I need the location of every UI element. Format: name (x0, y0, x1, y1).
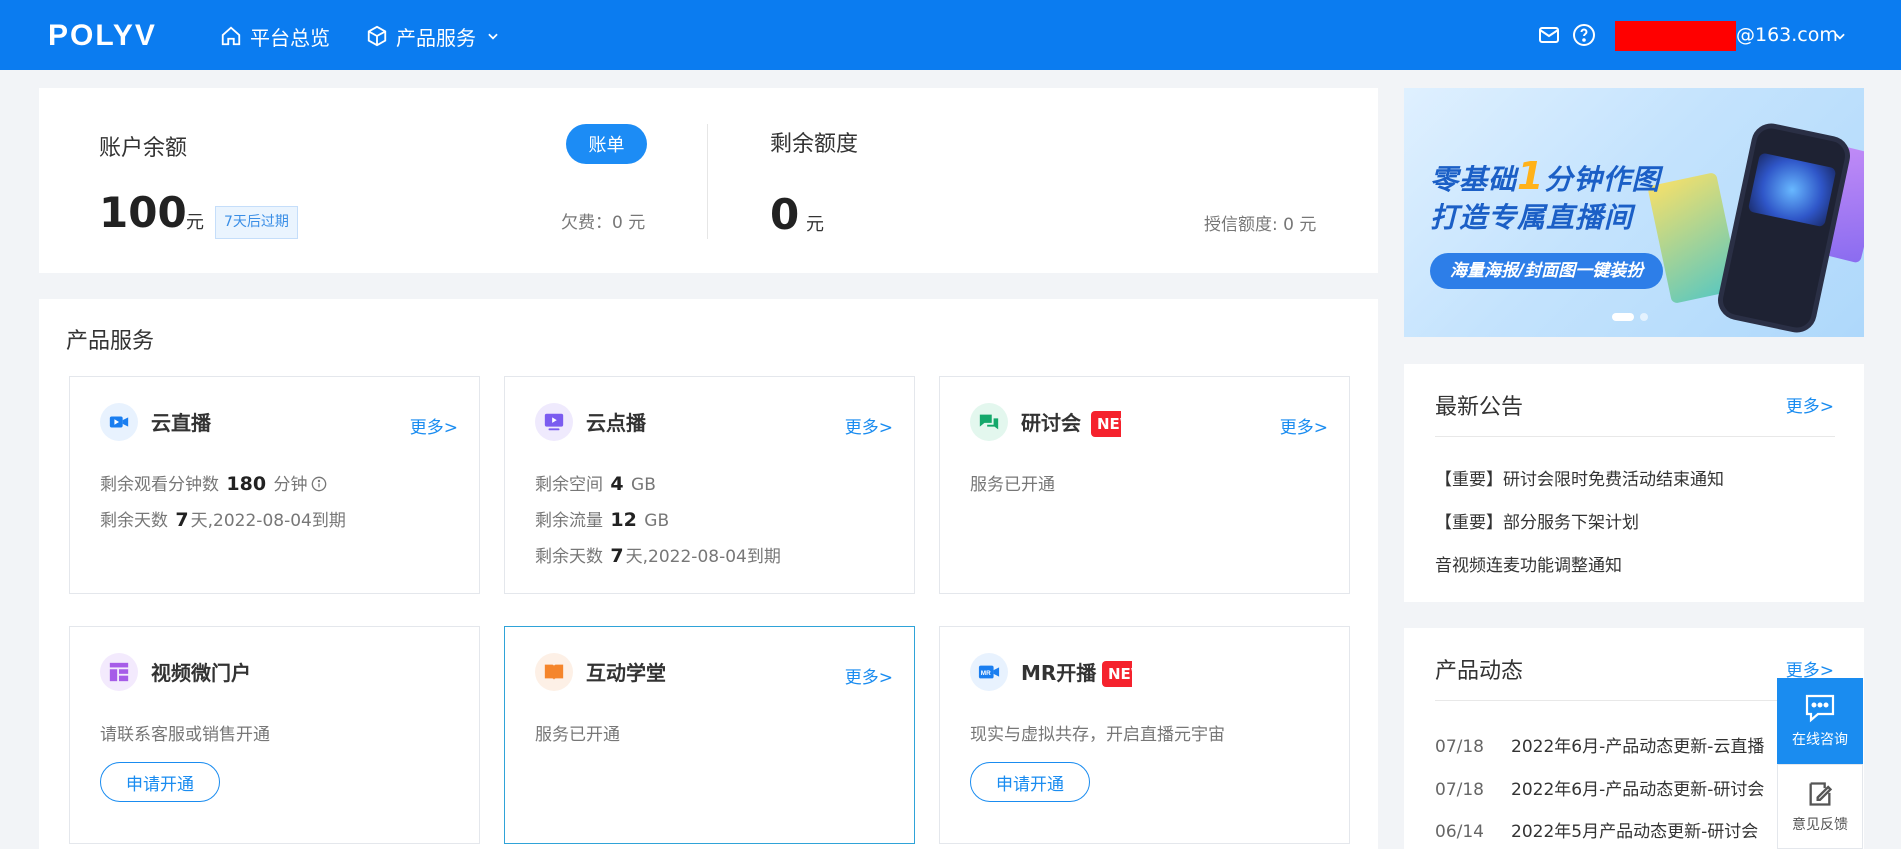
polyv-logo[interactable]: POLYV (48, 21, 157, 51)
service-name: 云点播 (586, 411, 646, 435)
product-services-card: 产品服务 云直播 更多> 剩余观看分钟数 180 分钟 剩余天数 7 天,2022… (39, 299, 1378, 849)
svg-text:MR: MR (981, 670, 991, 677)
live-video-icon (100, 403, 138, 441)
service-name: 视频微门户 (151, 661, 251, 685)
service-more-link[interactable]: 更多> (845, 413, 893, 438)
banner-phone-graphic (1714, 119, 1854, 337)
service-stat-line: 剩余流量 12 GB (535, 509, 670, 531)
service-card-live: 云直播 更多> 剩余观看分钟数 180 分钟 剩余天数 7 天,2022-08-0… (69, 376, 480, 594)
balance-title: 账户余额 (99, 136, 188, 161)
online-consult-label: 在线咨询 (1792, 732, 1848, 748)
bill-button[interactable]: 账单 (566, 124, 647, 164)
info-icon[interactable] (311, 476, 327, 492)
chevron-down-icon (488, 33, 498, 40)
help-icon[interactable] (1572, 23, 1596, 47)
announcements-card: 最新公告 更多> 【重要】研讨会限时免费活动结束通知 【重要】部分服务下架计划 … (1404, 364, 1864, 602)
service-card-seminar: 研讨会 NEW 更多> 服务已开通 (939, 376, 1350, 594)
online-consult-button[interactable]: 在线咨询 (1777, 678, 1863, 764)
service-more-link[interactable]: 更多> (845, 663, 893, 688)
service-card-mr: MR MR开播 NEW 现实与虚拟共存，开启直播元宇宙 申请开通 (939, 626, 1350, 844)
cube-icon (367, 25, 387, 47)
service-stat-line: 剩余天数 7 天,2022-08-04到期 (100, 509, 346, 531)
nav-platform-overview[interactable]: 平台总览 (220, 22, 330, 50)
service-status: 现实与虚拟共存，开启直播元宇宙 (970, 725, 1225, 745)
new-badge: NEW (1091, 411, 1121, 437)
service-card-vod: 云点播 更多> 剩余空间 4 GB 剩余流量 12 GB 剩余天数 7 天,202… (504, 376, 915, 594)
divider (1435, 700, 1835, 701)
vod-play-icon (535, 403, 573, 441)
product-updates-title: 产品动态 (1435, 659, 1524, 684)
service-name: 互动学堂 (586, 661, 666, 685)
service-stat-line: 剩余观看分钟数 180 分钟 (100, 470, 327, 495)
redacted-username (1615, 21, 1736, 51)
carousel-dots[interactable] (1612, 313, 1648, 321)
chat-bubble-icon (1805, 694, 1835, 723)
service-status: 请联系客服或销售开通 (100, 725, 270, 745)
expire-badge: 7天后过期 (215, 206, 298, 239)
divider (707, 124, 708, 239)
balance-card: 账户余额 账单 100 元 7天后过期 欠费：0 元 剩余额度 0 元 授信额度… (39, 88, 1378, 273)
portal-layout-icon (100, 653, 138, 691)
service-more-link[interactable]: 更多> (1280, 413, 1328, 438)
debt-text: 欠费：0 元 (561, 213, 646, 233)
feedback-button[interactable]: 意见反馈 (1777, 764, 1863, 849)
service-card-portal: 视频微门户 请联系客服或销售开通 申请开通 (69, 626, 480, 844)
service-status: 服务已开通 (535, 725, 620, 745)
quota-amount: 0 (770, 190, 800, 239)
quota-title: 剩余额度 (770, 132, 859, 157)
service-name: MR开播 (1021, 661, 1097, 685)
divider (1435, 436, 1835, 437)
balance-amount: 100 (99, 188, 187, 237)
banner-pill: 海量海报/封面图一键装扮 (1430, 253, 1664, 289)
announcements-title: 最新公告 (1435, 395, 1524, 420)
update-item[interactable]: 07/18 2022年6月-产品动态更新-研讨会 (1435, 775, 1764, 800)
chevron-down-icon[interactable] (1833, 29, 1847, 43)
top-header: POLYV 平台总览 产品服务 @163.com (0, 0, 1901, 70)
update-item[interactable]: 07/18 2022年6月-产品动态更新-云直播 (1435, 732, 1764, 757)
feedback-label: 意见反馈 (1792, 816, 1848, 833)
quota-unit: 元 (806, 214, 824, 235)
open-book-icon (535, 653, 573, 691)
apply-button[interactable]: 申请开通 (970, 762, 1090, 802)
service-status: 服务已开通 (970, 475, 1055, 495)
credit-text: 授信额度: 0 元 (1204, 215, 1317, 235)
service-name: 云直播 (151, 411, 211, 435)
balance-unit: 元 (186, 212, 204, 233)
service-name: 研讨会 (1021, 411, 1081, 435)
home-icon (221, 26, 241, 46)
announcement-item[interactable]: 【重要】研讨会限时免费活动结束通知 (1435, 465, 1724, 490)
mail-icon[interactable] (1537, 23, 1561, 47)
banner-headline-1: 零基础1分钟作图 (1430, 154, 1661, 198)
banner-headline-2: 打造专属直播间 (1430, 201, 1634, 234)
user-email[interactable]: @163.com (1736, 22, 1838, 48)
nav-platform-overview-label: 平台总览 (250, 25, 330, 50)
promo-banner[interactable]: 零基础1分钟作图 打造专属直播间 海量海报/封面图一键装扮 (1404, 88, 1864, 337)
product-services-title: 产品服务 (66, 329, 155, 354)
service-stat-line: 剩余空间 4 GB (535, 473, 656, 495)
update-item[interactable]: 06/14 2022年5月产品动态更新-研讨会 (1435, 817, 1758, 842)
edit-note-icon (1809, 781, 1833, 806)
service-stat-line: 剩余天数 7 天,2022-08-04到期 (535, 545, 781, 567)
apply-button[interactable]: 申请开通 (100, 762, 220, 802)
mr-camera-icon: MR (970, 653, 1008, 691)
seminar-chat-icon (970, 403, 1008, 441)
announcement-item[interactable]: 【重要】部分服务下架计划 (1435, 508, 1639, 533)
new-badge: NEW (1102, 661, 1132, 687)
service-card-classroom: 互动学堂 更多> 服务已开通 (504, 626, 915, 844)
announcement-item[interactable]: 音视频连麦功能调整通知 (1435, 551, 1622, 576)
announcements-more-link[interactable]: 更多> (1786, 392, 1834, 417)
nav-product-services-label: 产品服务 (396, 25, 476, 50)
nav-product-services[interactable]: 产品服务 (366, 22, 500, 50)
service-more-link[interactable]: 更多> (410, 413, 458, 438)
